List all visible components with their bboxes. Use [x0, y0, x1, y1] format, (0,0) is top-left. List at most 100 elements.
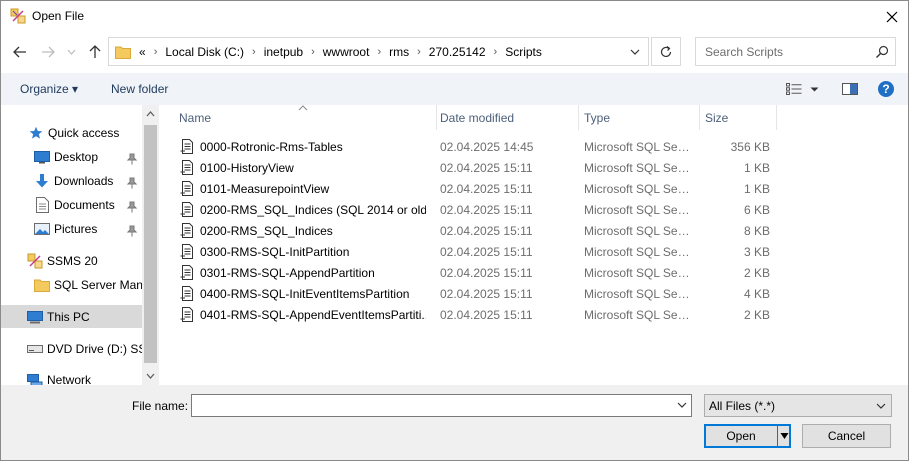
- nav-item-ssms-20[interactable]: SSMS 20: [1, 250, 142, 272]
- recent-locations-button[interactable]: [64, 42, 78, 62]
- nav-item-label: Pictures: [54, 222, 98, 236]
- chevron-right-icon[interactable]: ›: [154, 46, 158, 58]
- file-row[interactable]: 0400-RMS-SQL-InitEventItemsPartition 02.…: [159, 283, 908, 304]
- file-row[interactable]: 0101-MeasurepointView 02.04.2025 15:11 M…: [159, 178, 908, 199]
- file-type-filter[interactable]: All Files (*.*): [704, 394, 892, 417]
- scroll-up-button[interactable]: [145, 109, 156, 119]
- file-name: 0200-RMS_SQL_Indices (SQL 2014 or older): [200, 203, 426, 217]
- column-header-type[interactable]: Type: [584, 105, 697, 130]
- open-file-dialog: Open File « › Local Disk (C:) › inetpub …: [0, 0, 909, 461]
- open-button[interactable]: Open: [704, 424, 791, 448]
- breadcrumb-item[interactable]: rms: [389, 45, 409, 59]
- nav-item-sql-server-management[interactable]: SQL Server Mana: [1, 274, 142, 296]
- chevron-right-icon[interactable]: ›: [311, 46, 315, 58]
- file-row[interactable]: 0301-RMS-SQL-AppendPartition 02.04.2025 …: [159, 262, 908, 283]
- file-type: Microsoft SQL Ser...: [584, 203, 690, 217]
- scroll-down-button[interactable]: [145, 371, 156, 381]
- folder-icon: [115, 46, 131, 59]
- refresh-button[interactable]: [651, 37, 681, 66]
- nav-item-dvd-drive[interactable]: DVD Drive (D:) SSS: [1, 338, 142, 360]
- file-type-filter-value: All Files (*.*): [709, 399, 776, 413]
- chevron-down-icon[interactable]: [676, 399, 688, 411]
- chevron-down-icon: [630, 49, 640, 55]
- address-dropdown-button[interactable]: [628, 45, 642, 59]
- nav-item-label: SSMS 20: [47, 254, 98, 268]
- window-title: Open File: [32, 9, 85, 23]
- file-size: 4 KB: [743, 287, 770, 301]
- column-divider[interactable]: [578, 105, 579, 130]
- change-view-button[interactable]: [786, 81, 822, 97]
- column-header-size[interactable]: Size: [705, 105, 775, 130]
- column-header-date-modified[interactable]: Date modified: [440, 105, 578, 130]
- breadcrumb-item[interactable]: Local Disk (C:): [165, 45, 244, 59]
- open-options-dropdown-icon[interactable]: [780, 432, 789, 440]
- breadcrumb-item[interactable]: 270.25142: [429, 45, 486, 59]
- column-header-name[interactable]: Name: [179, 105, 436, 130]
- file-name-combo[interactable]: [191, 394, 692, 417]
- file-list: Name Date modified Type Size 0000-Rotron…: [159, 105, 908, 385]
- nav-item-this-pc[interactable]: This PC: [1, 305, 142, 328]
- file-size: 8 KB: [743, 224, 770, 238]
- file-row[interactable]: 0200-RMS_SQL_Indices (SQL 2014 or older)…: [159, 199, 908, 220]
- file-type: Microsoft SQL Ser...: [584, 224, 690, 238]
- file-type: Microsoft SQL Ser...: [584, 140, 690, 154]
- file-name-input[interactable]: [195, 398, 665, 413]
- pin-icon: [127, 201, 137, 213]
- nav-item-documents[interactable]: Documents: [1, 194, 142, 216]
- file-row[interactable]: 0300-RMS-SQL-InitPartition 02.04.2025 15…: [159, 241, 908, 262]
- file-row[interactable]: 0401-RMS-SQL-AppendEventItemsPartiti... …: [159, 304, 908, 325]
- search-input[interactable]: [703, 44, 873, 60]
- forward-button[interactable]: [38, 42, 58, 62]
- column-divider[interactable]: [776, 105, 777, 130]
- scroll-thumb[interactable]: [144, 125, 157, 363]
- preview-pane-icon[interactable]: [841, 81, 859, 97]
- file-name: 0301-RMS-SQL-AppendPartition: [200, 266, 375, 280]
- chevron-down-icon: [146, 373, 155, 379]
- address-bar[interactable]: « › Local Disk (C:) › inetpub › wwwroot …: [108, 37, 649, 66]
- pin-icon: [127, 153, 137, 165]
- sql-file-icon: [180, 265, 193, 280]
- search-icon: [876, 45, 889, 58]
- chevron-right-icon[interactable]: ›: [417, 46, 421, 58]
- file-row[interactable]: 0000-Rotronic-Rms-Tables 02.04.2025 14:4…: [159, 136, 908, 157]
- new-folder-button[interactable]: New folder: [111, 82, 168, 96]
- nav-item-label: Documents: [54, 198, 115, 212]
- up-button[interactable]: [85, 42, 105, 62]
- command-bar: Organize ▾ New folder ?: [1, 73, 908, 105]
- back-button[interactable]: [10, 42, 30, 62]
- sql-file-icon: [180, 286, 193, 301]
- chevron-right-icon[interactable]: ›: [252, 46, 256, 58]
- network-icon: [27, 372, 43, 385]
- sql-file-icon: [180, 223, 193, 238]
- breadcrumb-item[interactable]: inetpub: [264, 45, 303, 59]
- nav-scrollbar[interactable]: [142, 105, 159, 385]
- file-type: Microsoft SQL Ser...: [584, 161, 690, 175]
- sql-file-icon: [180, 181, 193, 196]
- chevron-right-icon[interactable]: ›: [494, 46, 498, 58]
- nav-item-network[interactable]: Network: [1, 369, 142, 385]
- search-box[interactable]: [695, 37, 896, 66]
- nav-item-downloads[interactable]: Downloads: [1, 170, 142, 192]
- file-row[interactable]: 0200-RMS_SQL_Indices 02.04.2025 15:11 Mi…: [159, 220, 908, 241]
- nav-item-desktop[interactable]: Desktop: [1, 146, 142, 168]
- nav-item-quick-access[interactable]: Quick access: [1, 122, 142, 144]
- nav-item-pictures[interactable]: Pictures: [1, 218, 142, 240]
- dialog-footer: File name: All Files (*.*) Open Cancel: [1, 385, 908, 460]
- help-icon[interactable]: ?: [877, 80, 895, 98]
- breadcrumb-item[interactable]: wwwroot: [323, 45, 370, 59]
- column-divider[interactable]: [699, 105, 700, 130]
- chevron-down-icon: [876, 403, 886, 409]
- breadcrumb-overflow[interactable]: «: [139, 45, 146, 59]
- close-icon: [886, 11, 897, 22]
- cancel-button[interactable]: Cancel: [802, 424, 891, 448]
- file-size: 6 KB: [743, 203, 770, 217]
- close-button[interactable]: [875, 1, 908, 32]
- organize-menu[interactable]: Organize ▾: [20, 82, 78, 96]
- breadcrumb-item[interactable]: Scripts: [505, 45, 542, 59]
- file-row[interactable]: 0100-HistoryView 02.04.2025 15:11 Micros…: [159, 157, 908, 178]
- chevron-down-icon: [810, 87, 819, 91]
- column-divider[interactable]: [436, 105, 437, 130]
- file-name: 0400-RMS-SQL-InitEventItemsPartition: [200, 287, 410, 301]
- nav-item-label: DVD Drive (D:) SSS: [47, 342, 142, 356]
- chevron-right-icon[interactable]: ›: [377, 46, 381, 58]
